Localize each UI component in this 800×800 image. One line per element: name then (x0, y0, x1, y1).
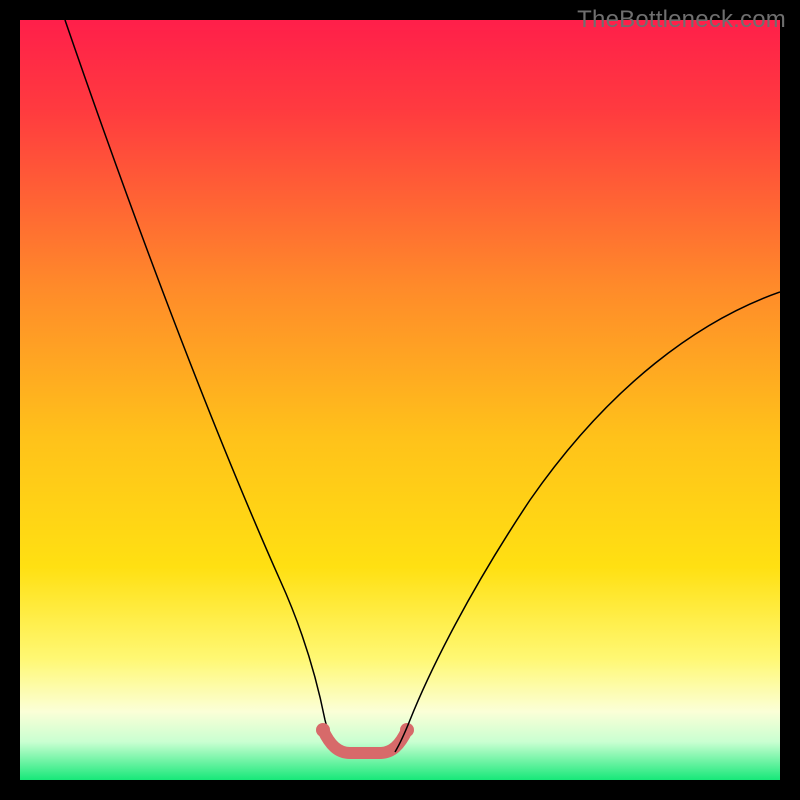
chart-frame: TheBottleneck.com (0, 0, 800, 800)
optimal-right-dot (400, 723, 414, 737)
watermark-label: TheBottleneck.com (577, 6, 786, 34)
gradient-background (20, 20, 780, 780)
chart-svg (20, 20, 780, 780)
plot-area (20, 20, 780, 780)
optimal-left-dot (316, 723, 330, 737)
